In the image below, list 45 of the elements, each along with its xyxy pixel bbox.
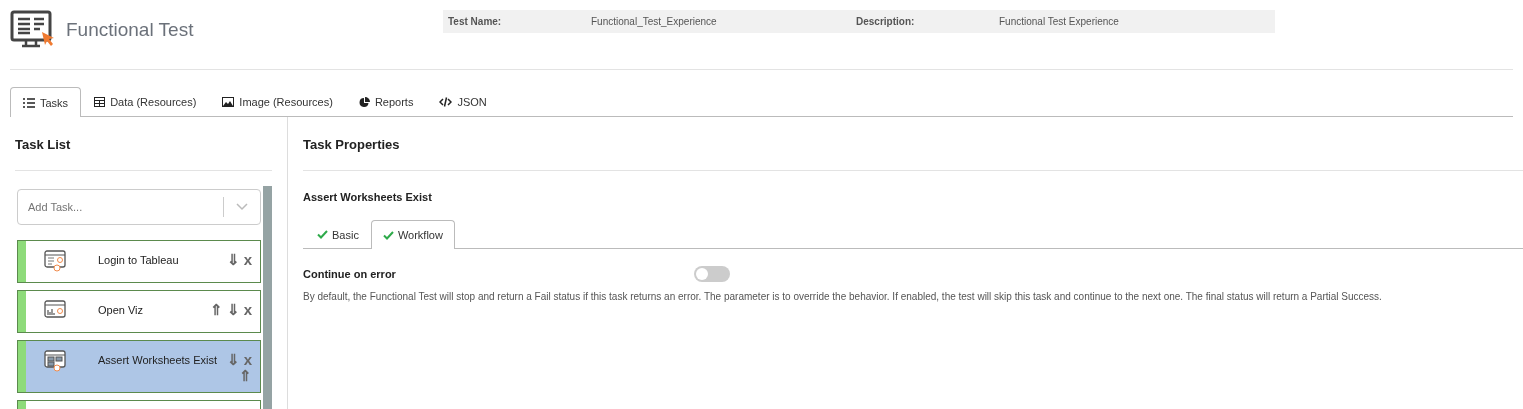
code-icon	[439, 97, 453, 107]
worksheet-grid-icon	[44, 349, 68, 373]
task-name: Assert Worksheets Exist	[303, 191, 433, 203]
info-value: Functional_Test_Experience	[591, 16, 718, 27]
pie-chart-icon	[358, 96, 370, 108]
tab[interactable]: Reports	[345, 87, 427, 116]
list-icon	[23, 97, 35, 108]
add-task-dropdown[interactable]: Add Task...	[17, 189, 261, 225]
tab[interactable]: Tasks	[10, 87, 82, 117]
check-icon	[382, 230, 394, 240]
section-title: Task List	[15, 137, 272, 171]
info-value: Functional Test Experience	[999, 16, 1120, 27]
image-icon	[222, 97, 235, 107]
toggle-switch[interactable]	[694, 266, 730, 282]
status-bar	[18, 291, 26, 332]
tab[interactable]: Workflow	[370, 220, 455, 249]
info-label: Test Name:	[447, 16, 503, 27]
task-action[interactable]: ⇑	[209, 302, 223, 318]
add-task-field[interactable]: Add Task...	[18, 200, 223, 214]
info-label: Description:	[855, 16, 916, 27]
status-bar	[18, 341, 26, 392]
task-label: Open Viz	[97, 303, 145, 318]
setting-label: Continue on error	[303, 268, 397, 280]
scrollbar[interactable]	[263, 186, 272, 409]
form-icon	[44, 249, 68, 273]
task-card[interactable]: Open Viz ⇑ ⇓ x	[17, 290, 261, 333]
chevron-down-icon	[236, 203, 248, 211]
status-bar	[18, 241, 26, 282]
tab[interactable]: Basic	[305, 220, 371, 248]
task-card[interactable]: Login to Tableau ⇓ x	[17, 240, 261, 283]
table-icon	[94, 97, 106, 107]
task-label: Login to Tableau	[97, 253, 180, 268]
tab[interactable]: JSON	[426, 87, 500, 116]
task-action[interactable]: x	[243, 302, 252, 318]
tab[interactable]: Data (Resources)	[81, 87, 210, 116]
setting-description: By default, the Functional Test will stop and return a Fail status if this task returns an error. The parameter is to override the behavior. If enabled, the test will skip this task and continue to the next one. The final status will return a Partial Success.	[303, 291, 1383, 302]
task-action[interactable]: x	[243, 252, 252, 268]
monitor-cursor-icon	[10, 10, 56, 50]
page-title: Functional Test	[66, 19, 194, 41]
task-action[interactable]: ⇓	[226, 252, 240, 268]
task-action[interactable]: ⇓	[226, 302, 240, 318]
task-label: Assert Worksheets Exist	[97, 353, 218, 368]
check-icon	[317, 230, 328, 239]
tab[interactable]: Image (Resources)	[209, 87, 346, 116]
section-title: Task Properties	[303, 137, 1523, 171]
